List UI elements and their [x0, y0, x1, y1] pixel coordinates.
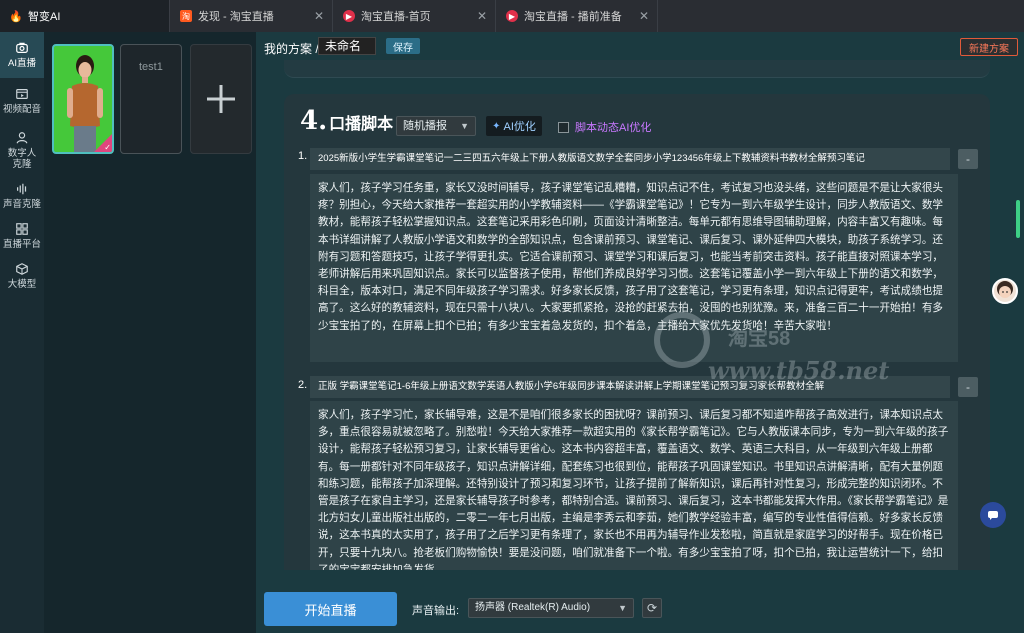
camera-icon	[16, 42, 28, 53]
avatar-card-test1[interactable]: test1	[120, 44, 182, 154]
item-number: 2.	[298, 379, 308, 391]
assistant-avatar[interactable]	[992, 278, 1018, 304]
close-icon[interactable]: ✕	[639, 9, 649, 23]
plus-icon	[207, 85, 235, 113]
flame-icon: 🔥	[9, 10, 23, 23]
tab-taobao-discover[interactable]: 淘 发现 - 淘宝直播 ✕	[170, 0, 333, 32]
sidebar-item-label: 直播平台	[2, 239, 41, 250]
script-section-card: 4. 口播脚本 随机播报 ▼ ✦ AI优化 脚本动态AI优化 1. 2025新版…	[284, 94, 990, 604]
section-title-text: 口播脚本	[329, 116, 394, 133]
plan-name-input[interactable]: 未命名	[318, 37, 376, 55]
sidebar-item-voice-clone[interactable]: 声音克隆	[0, 176, 44, 216]
film-icon	[16, 89, 28, 99]
tab-label: 智变AI	[28, 11, 61, 23]
tab-taobao-live-home[interactable]: ▶ 淘宝直播-首页 ✕	[333, 0, 496, 32]
scrollbar-thumb[interactable]	[1016, 200, 1020, 238]
checkbox-box[interactable]	[558, 121, 569, 133]
item-title-input[interactable]: 正版 学霸课堂笔记1-6年级上册语文数学英语人教版小学6年级同步课本解读讲解上学…	[310, 376, 950, 398]
avatar-card-selected[interactable]: ✓	[52, 44, 114, 154]
remove-item-button[interactable]: -	[958, 377, 978, 397]
tab-taobao-live-prep[interactable]: ▶ 淘宝直播 - 播前准备 ✕	[496, 0, 658, 32]
sidebar-item-label: 数字人克隆	[7, 147, 37, 170]
item-body-textarea[interactable]: 家人们，孩子学习任务重，家长又没时间辅导，孩子课堂笔记乱糟糟，知识点记不住，考试…	[310, 174, 958, 362]
previous-section-card	[284, 60, 990, 78]
item-number: 1.	[298, 150, 308, 162]
plan-label: 我的方案 /	[264, 42, 319, 56]
title-bar: 🔥 智变AI 淘 发现 - 淘宝直播 ✕ ▶ 淘宝直播-首页 ✕ ▶ 淘宝直播 …	[0, 0, 1024, 32]
ai-optimize-label: AI优化	[503, 121, 536, 133]
audio-output-select[interactable]: 扬声器 (Realtek(R) Audio) ▼	[468, 598, 634, 618]
assistant-face-icon	[997, 281, 1013, 298]
grid-icon	[16, 223, 28, 235]
section-number: 4.	[300, 106, 328, 136]
ai-dynamic-label: 脚本动态AI优化	[575, 122, 652, 134]
sidebar-item-digital-human[interactable]: 数字人克隆	[0, 124, 44, 176]
sidebar-item-label: 视频配音	[2, 104, 41, 115]
tab-label: 发现 - 淘宝直播	[198, 11, 274, 23]
sidebar-item-ai-live[interactable]: AI直播	[0, 32, 44, 78]
tab-zhibian-ai[interactable]: 🔥 智变AI	[0, 0, 170, 32]
taobao-icon: 淘	[180, 10, 192, 22]
audio-output-value: 扬声器 (Realtek(R) Audio)	[475, 602, 591, 613]
sparkle-icon: ✦	[492, 120, 501, 132]
chevron-down-icon: ▼	[460, 121, 469, 131]
start-live-button[interactable]: 开始直播	[264, 592, 397, 626]
close-icon[interactable]: ✕	[477, 9, 487, 23]
sidebar-item-video-dubbing[interactable]: 视频配音	[0, 78, 44, 124]
ai-optimize-button[interactable]: ✦ AI优化	[486, 116, 542, 136]
broadcast-mode-value: 随机播报	[403, 120, 447, 132]
live-icon: ▶	[343, 10, 355, 22]
tab-label: 淘宝直播 - 播前准备	[524, 11, 622, 23]
remove-item-button[interactable]: -	[958, 149, 978, 169]
live-icon: ▶	[506, 10, 518, 22]
broadcast-mode-select[interactable]: 随机播报 ▼	[396, 116, 476, 136]
main-content: 我的方案 / 未命名 保存 新建方案 4. 口播脚本 随机播报 ▼ ✦ AI优化…	[256, 32, 1024, 633]
sidebar-item-live-platform[interactable]: 直播平台	[0, 216, 44, 256]
sidebar-item-label: 大模型	[7, 279, 37, 290]
new-plan-button[interactable]: 新建方案	[960, 38, 1018, 56]
check-icon: ✓	[104, 143, 111, 152]
tab-label: 淘宝直播-首页	[361, 11, 431, 23]
waveform-icon	[17, 183, 27, 195]
save-button[interactable]: 保存	[386, 38, 420, 54]
avatar-panel: ✓ test1	[44, 32, 256, 633]
person-icon	[16, 131, 28, 143]
bottom-bar: 开始直播 声音输出: 扬声器 (Realtek(R) Audio) ▼ ⟳	[256, 570, 1024, 633]
close-icon[interactable]: ✕	[314, 9, 324, 23]
sidebar: AI直播 视频配音 数字人克隆 声音克隆 直播平台 大模型	[0, 32, 44, 633]
sidebar-item-large-model[interactable]: 大模型	[0, 256, 44, 296]
section-title: 4. 口播脚本	[300, 106, 393, 136]
sidebar-item-label: 声音克隆	[2, 199, 41, 210]
chat-button[interactable]	[980, 502, 1006, 528]
cube-icon	[16, 263, 28, 275]
ai-dynamic-checkbox[interactable]: 脚本动态AI优化	[558, 119, 651, 135]
plan-header: 我的方案 / 未命名 保存 新建方案	[256, 32, 1024, 62]
refresh-icon: ⟳	[646, 601, 658, 615]
chevron-down-icon: ▼	[618, 603, 627, 613]
avatar-card-label: test1	[139, 61, 163, 73]
item-title-input[interactable]: 2025新版小学生学霸课堂笔记一二三四五六年级上下册人教版语文数学全套同步小学1…	[310, 148, 950, 170]
refresh-button[interactable]: ⟳	[642, 598, 662, 618]
sidebar-item-label: AI直播	[8, 58, 36, 69]
chat-icon	[988, 511, 998, 520]
add-avatar-button[interactable]	[190, 44, 252, 154]
audio-output-label: 声音输出:	[412, 605, 460, 617]
